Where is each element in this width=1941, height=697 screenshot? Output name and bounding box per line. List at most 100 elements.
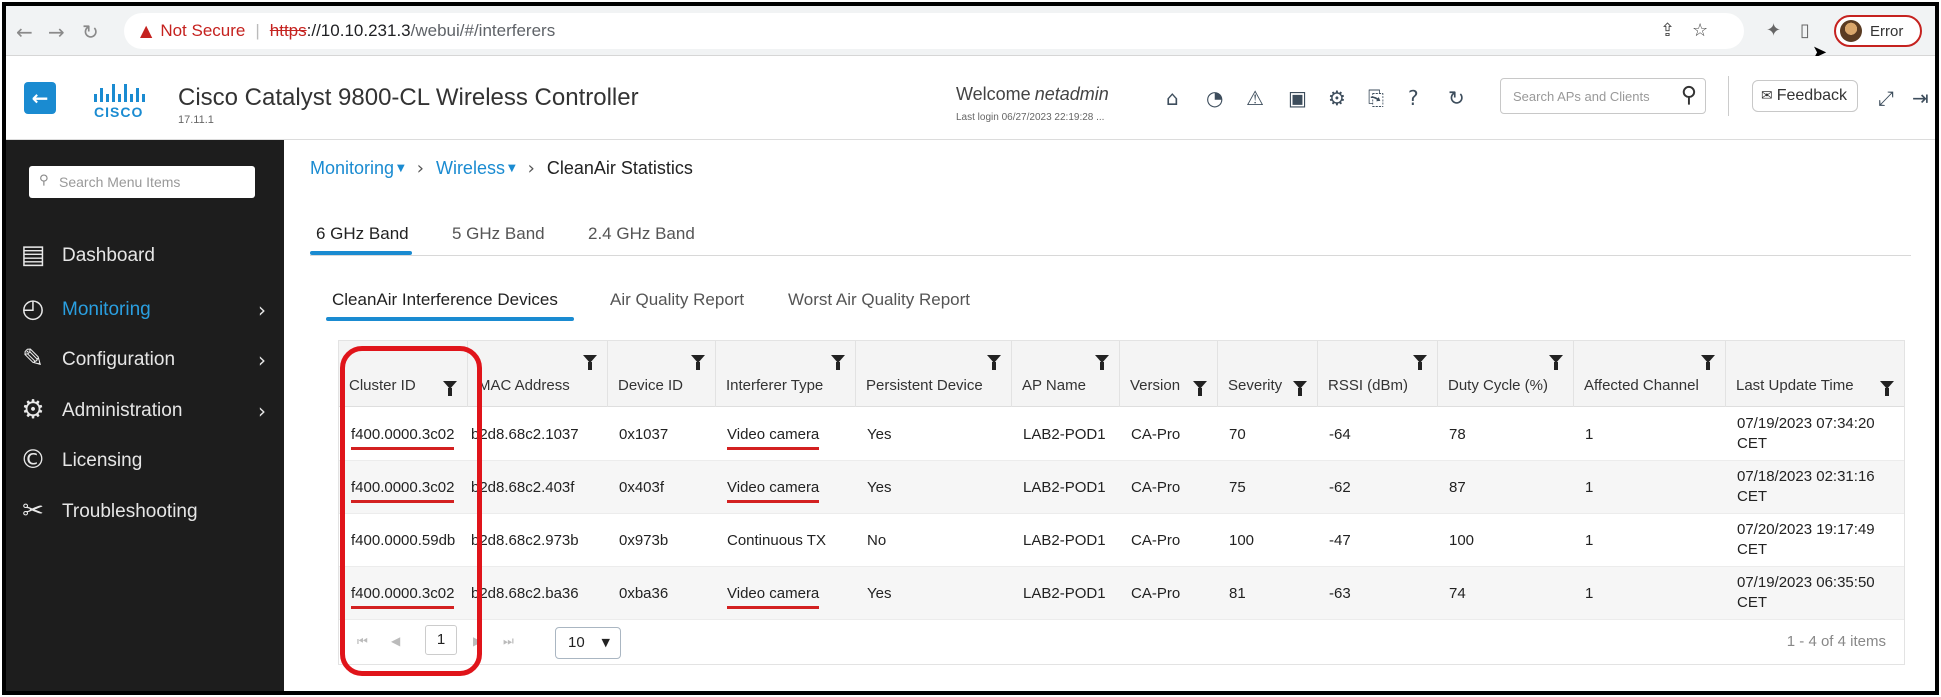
filter-icon[interactable] <box>1293 381 1307 396</box>
filter-icon[interactable] <box>691 355 705 370</box>
filter-icon[interactable] <box>987 355 1001 370</box>
cisco-wordmark: CISCO <box>94 104 144 120</box>
interference-devices-table: Cluster ID MAC Address Device ID Interfe… <box>338 340 1905 665</box>
sidebar-item-dashboard[interactable]: ▤ Dashboard <box>6 236 284 276</box>
cell-cluster-id-text: f400.0000.3c02 <box>351 425 455 450</box>
table-row[interactable]: f400.0000.3c02 b2d8.68c2.ba36 0xba36 Video … <box>339 567 1904 620</box>
filter-icon[interactable] <box>1880 381 1894 396</box>
sidebar-item-licensing[interactable]: © Licensing <box>6 441 284 481</box>
cell-mac-address-text: b2d8.68c2.403f <box>471 479 575 496</box>
column-mac-address[interactable]: MAC Address <box>467 341 607 407</box>
column-label: Affected Channel <box>1584 377 1699 394</box>
column-affected-channel[interactable]: Affected Channel <box>1573 341 1725 407</box>
filter-icon[interactable] <box>1193 381 1207 396</box>
filter-icon[interactable] <box>1413 355 1427 370</box>
cell-version-text: CA-Pro <box>1131 585 1181 602</box>
refresh-icon[interactable]: ↻ <box>1448 86 1465 110</box>
tab-air-quality-report[interactable]: Air Quality Report <box>610 290 744 310</box>
search-icon[interactable]: ⚲ <box>1681 83 1697 108</box>
save-icon[interactable]: ▣ <box>1288 86 1307 110</box>
cell-duty-cycle-text: 74 <box>1449 585 1466 602</box>
cell-interferer-type-text: Video camera <box>727 478 820 503</box>
config-icon[interactable]: ⎘ <box>1368 86 1384 110</box>
cell-mac-address: b2d8.68c2.ba36 <box>467 567 607 620</box>
cell-ap-name-text: LAB2-POD1 <box>1023 532 1106 549</box>
chevron-right-icon: › <box>258 399 266 423</box>
next-page-icon[interactable]: ▶ <box>473 634 482 648</box>
tab-6ghz[interactable]: 6 GHz Band <box>316 224 409 244</box>
wireless-icon[interactable]: ◔ <box>1206 86 1223 110</box>
expand-icon[interactable]: ⤢ <box>1878 86 1894 110</box>
filter-icon[interactable] <box>583 355 597 370</box>
column-severity[interactable]: Severity <box>1217 341 1317 407</box>
home-icon[interactable]: ⌂ <box>1166 86 1179 110</box>
help-icon[interactable]: ? <box>1408 86 1419 110</box>
filter-icon[interactable] <box>1701 355 1715 370</box>
cell-interferer-type-text: Video camera <box>727 425 820 450</box>
prev-page-icon[interactable]: ◀ <box>391 634 400 648</box>
filter-icon[interactable] <box>1095 355 1109 370</box>
table-header: Cluster ID MAC Address Device ID Interfe… <box>339 341 1904 407</box>
sidebar-item-troubleshooting[interactable]: ✂ Troubleshooting <box>6 492 284 532</box>
tab-worst-air-quality-report[interactable]: Worst Air Quality Report <box>788 290 970 310</box>
extensions-icon[interactable]: ✦ <box>1766 20 1781 41</box>
column-cluster-id[interactable]: Cluster ID <box>339 341 467 407</box>
back-arrow-icon[interactable]: ← <box>16 20 33 44</box>
reload-icon[interactable]: ↻ <box>82 20 99 44</box>
column-persistent-device[interactable]: Persistent Device <box>855 341 1011 407</box>
logout-icon[interactable]: ⇥ <box>1912 86 1929 110</box>
last-page-icon[interactable]: ⏭ <box>503 634 514 649</box>
breadcrumb-monitoring[interactable]: Monitoring ▼ <box>310 158 405 178</box>
filter-icon[interactable] <box>443 381 457 396</box>
table-row[interactable]: f400.0000.3c02 b2d8.68c2.403f 0x403f Video … <box>339 461 1904 514</box>
page-size-select[interactable]: 10 ▼ <box>555 627 621 659</box>
current-page[interactable]: 1 <box>425 625 457 655</box>
filter-icon[interactable] <box>1549 355 1563 370</box>
column-ap-name[interactable]: AP Name <box>1011 341 1119 407</box>
table-row[interactable]: f400.0000.3c02 b2d8.68c2.1037 0x1037 Video … <box>339 408 1904 461</box>
cell-affected-channel-text: 1 <box>1585 426 1594 443</box>
profile-button[interactable]: Error <box>1834 15 1922 47</box>
breadcrumb-wireless[interactable]: Wireless ▼ <box>436 158 516 178</box>
cell-interferer-type: Video camera <box>715 567 855 620</box>
gear-icon[interactable]: ⚙ <box>1328 86 1346 110</box>
dashboard-icon: ▤ <box>20 240 46 270</box>
cell-ap-name: LAB2-POD1 <box>1011 514 1119 567</box>
column-duty-cycle[interactable]: Duty Cycle (%) <box>1437 341 1573 407</box>
forward-arrow-icon[interactable]: → <box>48 20 65 44</box>
cell-persistent-text: No <box>867 532 887 549</box>
column-rssi[interactable]: RSSI (dBm) <box>1317 341 1437 407</box>
active-tab-indicator <box>326 317 574 321</box>
address-bar[interactable]: ▲ Not Secure | https://10.10.231.3/webui/#/… <box>124 13 1744 49</box>
active-tab-indicator <box>310 251 412 255</box>
sidebar-item-monitoring[interactable]: ◴ Monitoring › <box>6 290 284 330</box>
cell-duty-cycle: 78 <box>1437 408 1573 461</box>
column-version[interactable]: Version <box>1119 341 1217 407</box>
alert-icon[interactable]: ⚠ <box>1246 86 1264 110</box>
cell-cluster-id: f400.0000.3c02 <box>339 567 467 620</box>
back-button[interactable]: ← <box>24 82 56 114</box>
column-device-id[interactable]: Device ID <box>607 341 715 407</box>
breadcrumb-separator: › <box>416 158 424 179</box>
share-icon[interactable]: ⇪ <box>1660 13 1675 49</box>
sidebar-item-administration[interactable]: ⚙ Administration › <box>6 391 284 431</box>
side-panel-icon[interactable]: ▯ <box>1800 20 1810 41</box>
menu-search-input[interactable]: ⚲ Search Menu Items <box>29 166 255 198</box>
first-page-icon[interactable]: ⏮ <box>357 634 368 649</box>
cell-affected-channel: 1 <box>1573 408 1725 461</box>
filter-icon[interactable] <box>831 355 845 370</box>
tab-2-4ghz[interactable]: 2.4 GHz Band <box>588 224 695 244</box>
cell-last-update: 07/18/2023 02:31:16 CET <box>1725 461 1904 514</box>
table-row[interactable]: f400.0000.59db b2d8.68c2.973b 0x973b Contin… <box>339 514 1904 567</box>
ap-client-search-input[interactable]: Search APs and Clients ⚲ <box>1500 78 1706 114</box>
column-last-update-time[interactable]: Last Update Time <box>1725 341 1904 407</box>
column-interferer-type[interactable]: Interferer Type <box>715 341 855 407</box>
bookmark-star-icon[interactable]: ☆ <box>1692 13 1708 49</box>
sidebar-item-label: Licensing <box>62 450 143 471</box>
feedback-button[interactable]: ✉ Feedback <box>1752 80 1858 112</box>
tab-5ghz[interactable]: 5 GHz Band <box>452 224 545 244</box>
cell-ap-name: LAB2-POD1 <box>1011 461 1119 514</box>
cell-last-update: 07/19/2023 06:35:50 CET <box>1725 567 1904 620</box>
sidebar-item-configuration[interactable]: ✎ Configuration › <box>6 340 284 380</box>
tab-cleanair-interference-devices[interactable]: CleanAir Interference Devices <box>332 290 558 310</box>
